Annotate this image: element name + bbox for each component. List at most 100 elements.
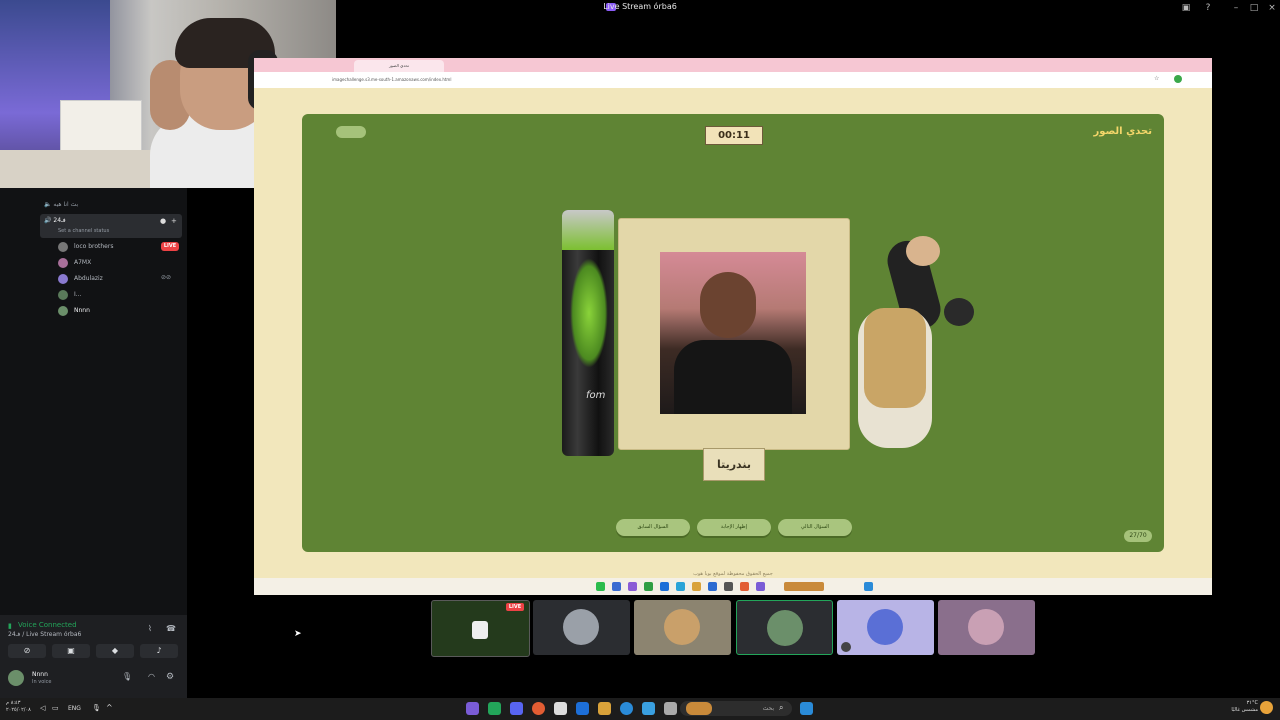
- signal-icon: ▮: [8, 622, 12, 630]
- app-icon[interactable]: [554, 702, 567, 715]
- stream-thumbnail: [472, 621, 488, 639]
- voice-user-3[interactable]: Abdulaziz: [74, 275, 103, 287]
- back-button[interactable]: [336, 126, 366, 138]
- screen-share-button[interactable]: ▣: [52, 644, 90, 658]
- speaker-icon: 🔈: [44, 201, 54, 208]
- avatar: [767, 610, 803, 646]
- chat-icon[interactable]: ●: [160, 217, 166, 225]
- star-icon[interactable]: ☆: [1154, 75, 1159, 82]
- show-answer-button[interactable]: إظهار الإجابة: [697, 519, 771, 536]
- voice-user-2[interactable]: A7MX: [74, 259, 91, 271]
- voice-user-1[interactable]: loco brothers: [74, 243, 113, 255]
- timer: 00:11: [705, 126, 763, 145]
- help-icon[interactable]: ?: [1202, 2, 1214, 14]
- app-icon[interactable]: [708, 582, 717, 591]
- photo-person-face: [700, 272, 756, 338]
- disconnect-icon[interactable]: ☎: [166, 624, 176, 633]
- network-icon[interactable]: ▭: [52, 704, 59, 712]
- voice-connected-label[interactable]: Voice Connected: [18, 621, 77, 629]
- avatar: [58, 258, 68, 268]
- search-widget-icon[interactable]: [784, 582, 824, 591]
- folder-icon[interactable]: [692, 582, 701, 591]
- avatar: [58, 274, 68, 284]
- app-icon[interactable]: [676, 582, 685, 591]
- app-icon[interactable]: [724, 582, 733, 591]
- soundboard-button[interactable]: ♪: [140, 644, 178, 658]
- extension-icon[interactable]: [1174, 75, 1182, 83]
- language-indicator[interactable]: ENG: [68, 705, 81, 712]
- participant-tile-3[interactable]: [634, 600, 731, 655]
- participant-tile-2[interactable]: [533, 600, 630, 655]
- inner-taskbar: [254, 578, 1212, 595]
- footer-text: جميع الحقوق محفوظة لموقع بوبا هوب: [693, 571, 773, 577]
- participant-tile-5[interactable]: [837, 600, 934, 655]
- avatar: [664, 609, 700, 645]
- noise-suppression-icon[interactable]: ⌇: [148, 624, 152, 633]
- app-icon[interactable]: [660, 582, 669, 591]
- avatar: [968, 609, 1004, 645]
- participant-tile-4[interactable]: [736, 600, 833, 655]
- can-top: [562, 210, 614, 250]
- close-icon[interactable]: ×: [1266, 2, 1278, 14]
- sun-icon: [1260, 701, 1273, 714]
- start-icon[interactable]: [864, 582, 873, 591]
- microphone-icon[interactable]: 🎙: [122, 672, 132, 681]
- participant-tile-6[interactable]: [938, 600, 1035, 655]
- next-question-button[interactable]: السؤال التالي: [778, 519, 852, 536]
- avatar[interactable]: [8, 670, 24, 686]
- voice-channel-label[interactable]: 24فـ / Live Stream órba6: [8, 631, 81, 638]
- app-icon[interactable]: [642, 702, 655, 715]
- panda-pants: [864, 308, 926, 408]
- maximize-icon[interactable]: □: [1248, 2, 1260, 14]
- channel-status[interactable]: Set a channel status: [58, 228, 109, 234]
- outlook-icon[interactable]: [576, 702, 589, 715]
- stream-view[interactable]: تحدي الصور imagechallenge.s3.me-south-1.…: [254, 58, 1212, 595]
- voice-channel-1[interactable]: 🔈 بث انا هيه: [44, 201, 78, 208]
- user-status: In voice: [32, 679, 52, 685]
- game-title: تحدي الصور: [1093, 126, 1152, 137]
- app-icon[interactable]: [612, 582, 621, 591]
- windows-start-icon[interactable]: [800, 702, 813, 715]
- chrome-icon[interactable]: [532, 702, 545, 715]
- webcam-shelf: [60, 100, 142, 152]
- photo-person-shirt: [674, 340, 792, 414]
- edge-icon[interactable]: [620, 702, 633, 715]
- volume-icon[interactable]: ◁: [40, 704, 45, 712]
- muted-icon: ⊘⊘: [161, 274, 172, 281]
- weather-widget[interactable]: ٣١°C مشمس غالبًا: [1222, 700, 1258, 714]
- camera-button[interactable]: ⊘: [8, 644, 46, 658]
- app-icon[interactable]: [628, 582, 637, 591]
- speaker-icon: 🔊: [44, 217, 54, 224]
- voice-user-4[interactable]: I...: [74, 291, 82, 303]
- avatar: [58, 242, 68, 252]
- clock[interactable]: ٨:٤٣ م ٢٠٢٥/٠٢/٠٨: [6, 700, 31, 714]
- app-icon[interactable]: [510, 702, 523, 715]
- browser-tab[interactable]: تحدي الصور: [354, 60, 444, 72]
- chevron-up-icon[interactable]: ^: [106, 703, 113, 712]
- app-icon[interactable]: [488, 702, 501, 715]
- app-icon[interactable]: [644, 582, 653, 591]
- voice-channel-2[interactable]: 🔊 24فـ: [44, 217, 66, 224]
- discord-icon[interactable]: [466, 702, 479, 715]
- gear-icon[interactable]: ⚙: [166, 672, 174, 682]
- app-icon[interactable]: [664, 702, 677, 715]
- folder-icon[interactable]: [598, 702, 611, 715]
- prev-question-button[interactable]: السؤال السابق: [616, 519, 690, 536]
- chrome-icon[interactable]: [740, 582, 749, 591]
- user-name[interactable]: Nnnn: [32, 671, 48, 678]
- minimize-icon[interactable]: –: [1230, 2, 1242, 14]
- muted-icon: [841, 642, 851, 652]
- whatsapp-icon[interactable]: [596, 582, 605, 591]
- voice-user-5[interactable]: Nnnn: [74, 307, 90, 319]
- can-label: fom: [586, 390, 606, 401]
- microphone-icon[interactable]: 🎙: [92, 704, 101, 712]
- avatar: [58, 290, 68, 300]
- screen-share-icon[interactable]: ▣: [1180, 2, 1192, 14]
- activity-button[interactable]: ◆: [96, 644, 134, 658]
- app-icon[interactable]: [756, 582, 765, 591]
- add-user-icon[interactable]: +: [171, 217, 177, 225]
- avatar: [867, 609, 903, 645]
- avatar: [563, 609, 599, 645]
- url-text[interactable]: imagechallenge.s3.me-south-1.amazonaws.c…: [332, 77, 451, 82]
- headphones-icon[interactable]: ◠: [148, 672, 155, 681]
